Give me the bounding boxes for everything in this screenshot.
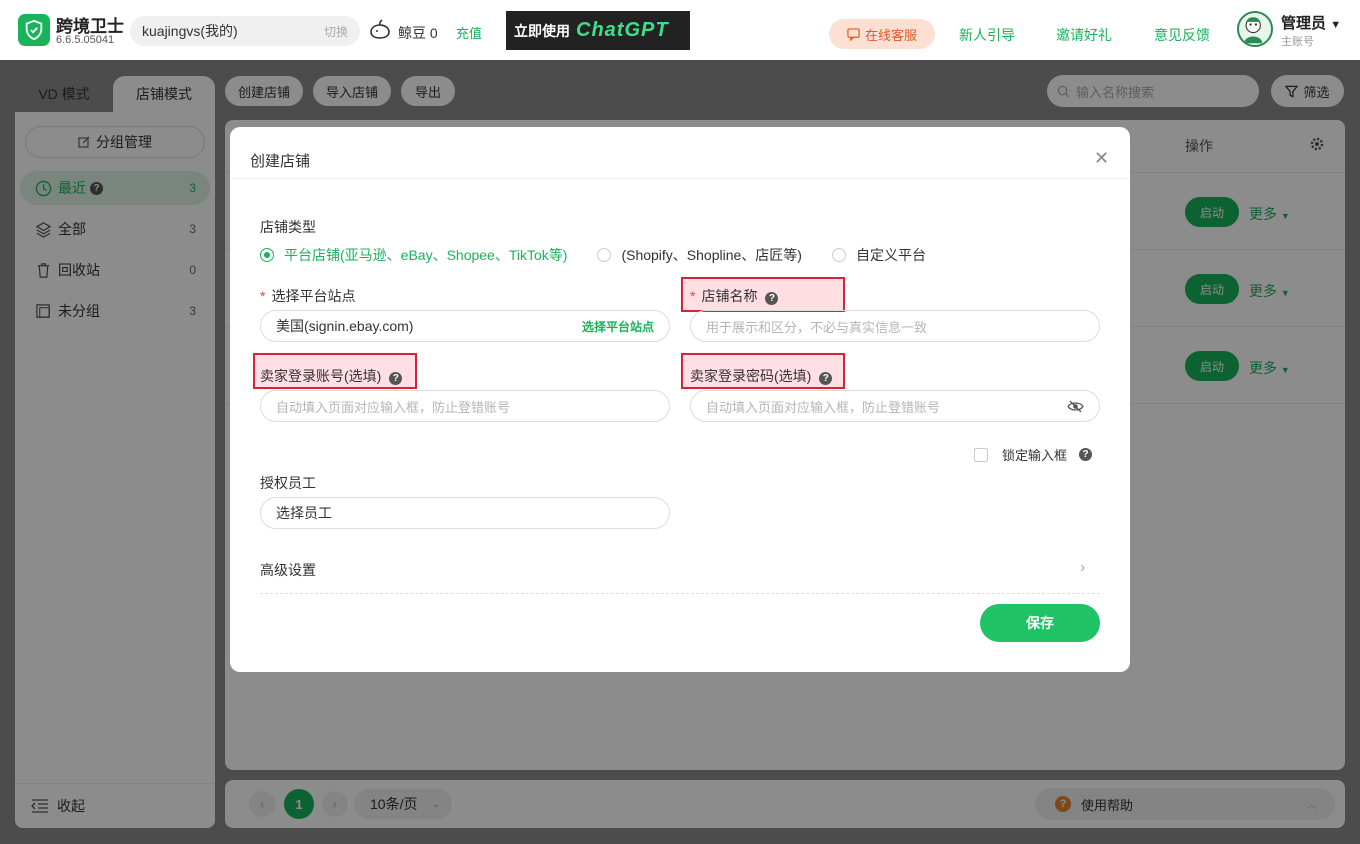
shop-name-placeholder: 用于展示和区分，不必与真实信息一致: [706, 319, 928, 335]
app-version: 6.6.5.05041: [56, 34, 115, 46]
caret-down-icon: ▼: [1330, 19, 1342, 31]
help-icon[interactable]: ?: [389, 372, 403, 385]
chat-icon: [847, 27, 860, 41]
top-bar: 跨境卫士 6.6.5.05041 kuajingvs(我的) 切换 鲸豆 0 充…: [0, 0, 1360, 60]
online-service-label: 在线客服: [864, 27, 917, 43]
divider: [260, 593, 1100, 594]
online-service-button[interactable]: 在线客服: [829, 19, 935, 49]
feedback-link[interactable]: 意见反馈: [1154, 25, 1210, 45]
radio-custom-platform[interactable]: [831, 248, 846, 262]
lock-input-option[interactable]: 锁定输入框 ?: [974, 445, 1093, 464]
close-icon[interactable]: ✕: [1094, 149, 1109, 167]
newbie-guide-link[interactable]: 新人引导: [959, 25, 1015, 45]
platform-site-select[interactable]: 美国(signin.ebay.com) 选择平台站点: [260, 310, 670, 342]
chevron-right-icon: ›: [1080, 559, 1086, 576]
admin-name[interactable]: 管理员 ▼: [1281, 12, 1341, 33]
staff-value: 选择员工: [276, 505, 332, 521]
site-label: * 选择平台站点: [260, 288, 356, 304]
site-value: 美国(signin.ebay.com): [276, 318, 414, 334]
recharge-link[interactable]: 充值: [456, 23, 482, 42]
bean-balance: 鲸豆 0: [398, 25, 438, 41]
whale-bean-icon: [370, 19, 390, 39]
dialog-header: 创建店铺 ✕: [230, 127, 1130, 179]
account-switcher[interactable]: kuajingvs(我的) 切换: [130, 16, 360, 46]
banner-text-primary: 立即使用: [514, 22, 570, 39]
avatar[interactable]: [1237, 11, 1273, 47]
radio-custom-platform-label[interactable]: 自定义平台: [856, 245, 926, 265]
radio-independent-shop[interactable]: [597, 248, 612, 262]
help-icon[interactable]: ?: [819, 372, 833, 385]
eye-off-icon[interactable]: [1067, 399, 1084, 413]
admin-role: 主账号: [1281, 36, 1314, 48]
radio-platform-shop-label[interactable]: 平台店铺(亚马逊、eBay、Shopee、TikTok等): [284, 245, 567, 265]
choose-site-link[interactable]: 选择平台站点: [582, 318, 654, 335]
radio-independent-shop-label[interactable]: (Shopify、Shopline、店匠等): [621, 245, 802, 265]
seller-password-field[interactable]: 自动填入页面对应输入框，防止登错账号: [690, 390, 1100, 422]
dialog-title: 创建店铺: [250, 153, 311, 170]
app-logo-icon: [18, 14, 50, 46]
shop-type-label: 店铺类型: [260, 219, 316, 235]
help-icon[interactable]: ?: [765, 292, 779, 305]
shop-type-radio-group: 平台店铺(亚马逊、eBay、Shopee、TikTok等) (Shopify、S…: [260, 245, 926, 265]
seller-account-placeholder: 自动填入页面对应输入框，防止登错账号: [276, 399, 511, 415]
save-button[interactable]: 保存: [980, 604, 1100, 642]
help-icon[interactable]: ?: [1079, 448, 1093, 461]
invite-link[interactable]: 邀请好礼: [1056, 25, 1112, 45]
lock-checkbox[interactable]: [974, 447, 988, 462]
shop-name-label: * 店铺名称?: [690, 286, 779, 306]
lock-label: 锁定输入框: [1002, 448, 1068, 463]
seller-account-field[interactable]: 自动填入页面对应输入框，防止登错账号: [260, 390, 670, 422]
account-name: kuajingvs(我的): [142, 23, 238, 39]
banner-text-chatgpt: ChatGPT: [576, 19, 669, 41]
radio-platform-shop[interactable]: [260, 248, 274, 262]
advanced-settings-toggle[interactable]: 高级设置: [260, 560, 1100, 580]
staff-select[interactable]: 选择员工: [260, 497, 670, 529]
staff-label: 授权员工: [260, 475, 316, 491]
switch-account-link[interactable]: 切换: [324, 23, 348, 40]
seller-account-label: 卖家登录账号(选填)?: [260, 366, 403, 386]
shop-name-field[interactable]: 用于展示和区分，不必与真实信息一致: [690, 310, 1100, 342]
chatgpt-banner[interactable]: 立即使用 ChatGPT: [506, 11, 690, 50]
seller-password-label: 卖家登录密码(选填)?: [690, 366, 833, 386]
seller-password-placeholder: 自动填入页面对应输入框，防止登错账号: [706, 399, 941, 415]
create-shop-dialog: 创建店铺 ✕ 店铺类型 平台店铺(亚马逊、eBay、Shopee、TikTok等…: [230, 127, 1130, 672]
